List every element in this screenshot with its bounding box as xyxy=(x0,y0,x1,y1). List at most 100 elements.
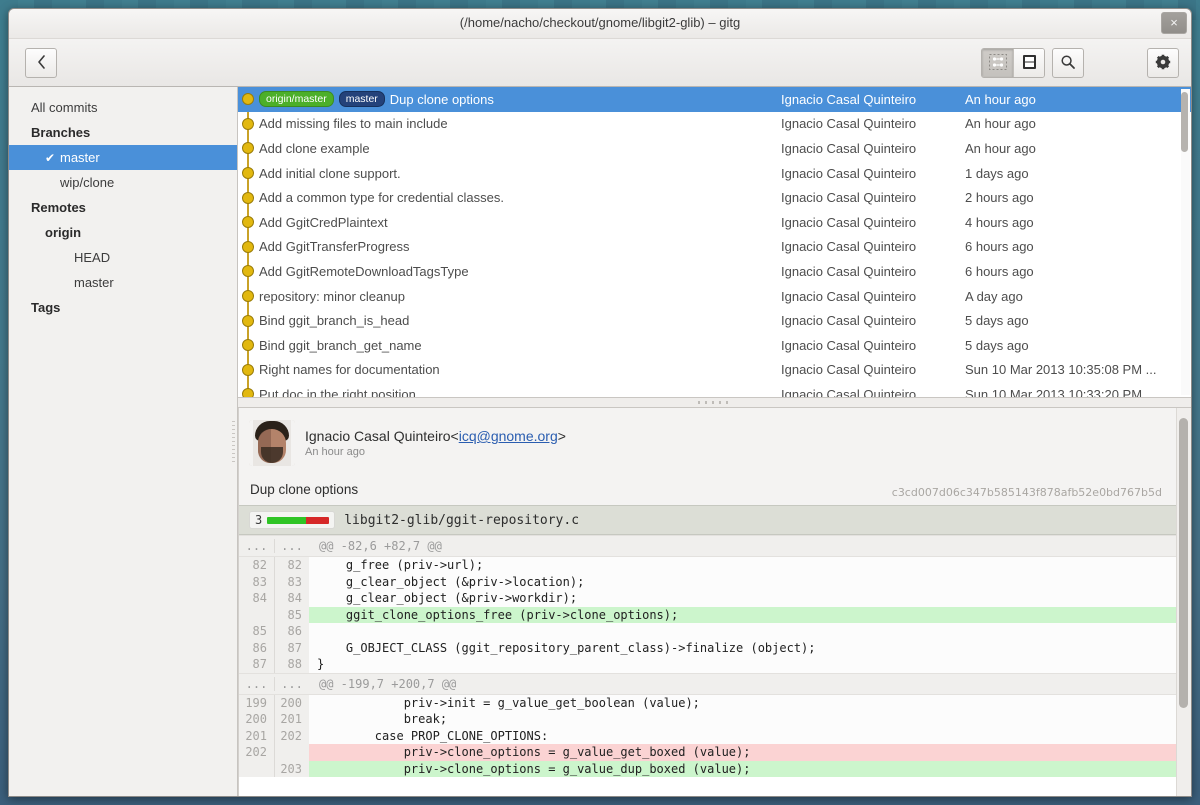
commit-subject-cell: Add missing files to main include xyxy=(238,116,781,131)
gitg-window: (/home/nacho/checkout/gnome/libgit2-glib… xyxy=(8,8,1192,797)
commit-list[interactable]: origin/mastermasterDup clone optionsIgna… xyxy=(238,87,1191,397)
dots-grid-icon xyxy=(989,54,1007,73)
author-name-text: Ignacio Casal Quinteiro xyxy=(305,428,451,444)
commit-row[interactable]: Put doc in the right positionIgnacio Cas… xyxy=(238,382,1191,397)
commit-date-cell: 4 hours ago xyxy=(965,215,1191,230)
commit-row[interactable]: Add GgitRemoteDownloadTagsTypeIgnacio Ca… xyxy=(238,259,1191,284)
horizontal-splitter[interactable] xyxy=(238,397,1191,408)
sidebar-item-all-commits[interactable]: All commits xyxy=(9,95,237,120)
sidebar-item-master[interactable]: ✔master xyxy=(9,145,237,170)
ref-badge-remote[interactable]: origin/master xyxy=(259,91,334,107)
diff-file-header[interactable]: 3 libgit2-glib/ggit-repository.c xyxy=(239,505,1176,535)
view-commits-button[interactable] xyxy=(982,49,1013,77)
commit-date-cell: 5 days ago xyxy=(965,338,1191,353)
search-button[interactable] xyxy=(1052,48,1084,78)
diff-line-number-new: 200 xyxy=(274,695,309,712)
diff-line-number-new: 83 xyxy=(274,574,309,591)
diff-line: 8484 g_clear_object (&priv->workdir); xyxy=(239,590,1176,607)
diff-line: 201202 case PROP_CLONE_OPTIONS: xyxy=(239,728,1176,745)
detail-scrollbar[interactable] xyxy=(1176,408,1191,796)
commit-node-icon xyxy=(242,388,254,397)
commit-row[interactable]: Add initial clone support.Ignacio Casal … xyxy=(238,161,1191,186)
commit-row[interactable]: origin/mastermasterDup clone optionsIgna… xyxy=(238,87,1191,112)
diff-file-path: libgit2-glib/ggit-repository.c xyxy=(344,513,579,528)
sidebar-item-master[interactable]: master xyxy=(9,270,237,295)
settings-button[interactable] xyxy=(1147,48,1179,78)
view-files-button[interactable] xyxy=(1013,49,1044,77)
sidebar-item-label: Tags xyxy=(31,300,60,315)
diff-line: 8788} xyxy=(239,656,1176,673)
diff-line-number-new: 82 xyxy=(274,557,309,574)
commit-list-scrollbar[interactable] xyxy=(1181,89,1190,395)
commit-subject-cell: Add GgitRemoteDownloadTagsType xyxy=(238,264,781,279)
commit-date-cell: Sun 10 Mar 2013 10:33:20 PM ... xyxy=(965,387,1191,397)
sidebar-item-label: master xyxy=(74,275,114,290)
diff-hunk-header[interactable]: ......@@ -82,6 +82,7 @@ xyxy=(239,535,1176,557)
commit-subject-cell: Bind ggit_branch_get_name xyxy=(238,338,781,353)
diff-line-code: g_clear_object (&priv->location); xyxy=(309,574,1176,591)
commit-row[interactable]: Bind ggit_branch_get_nameIgnacio Casal Q… xyxy=(238,333,1191,358)
view-mode-toggle-group xyxy=(981,48,1045,78)
back-button[interactable] xyxy=(25,48,57,78)
commit-subject-text: Add initial clone support. xyxy=(259,166,401,181)
sidebar-resize-grip[interactable] xyxy=(232,421,235,463)
diff-line-code: ggit_clone_options_free (priv->clone_opt… xyxy=(309,607,1176,624)
diff-line-number-old xyxy=(239,761,274,778)
hunk-range-text: @@ -82,6 +82,7 @@ xyxy=(309,539,442,553)
commit-row[interactable]: Add GgitCredPlaintextIgnacio Casal Quint… xyxy=(238,210,1191,235)
commit-subject-cell: Add initial clone support. xyxy=(238,166,781,181)
commit-subject-text: Add missing files to main include xyxy=(259,116,448,131)
detail-scrollbar-thumb[interactable] xyxy=(1179,418,1188,708)
commit-subject-cell: Add a common type for credential classes… xyxy=(238,190,781,205)
sidebar-item-remotes: Remotes xyxy=(9,195,237,220)
commit-author-cell: Ignacio Casal Quinteiro xyxy=(781,289,965,304)
window-title: (/home/nacho/checkout/gnome/libgit2-glib… xyxy=(9,15,1191,30)
commit-author-cell: Ignacio Casal Quinteiro xyxy=(781,141,965,156)
commit-row[interactable]: Bind ggit_branch_is_headIgnacio Casal Qu… xyxy=(238,308,1191,333)
diff-hunk-header[interactable]: ......@@ -199,7 +200,7 @@ xyxy=(239,673,1176,695)
close-icon[interactable]: × xyxy=(1161,12,1187,34)
commit-node-icon xyxy=(242,241,254,253)
commit-row[interactable]: Add missing files to main includeIgnacio… xyxy=(238,112,1191,137)
sidebar-item-head[interactable]: HEAD xyxy=(9,245,237,270)
diff-line-number-new: 86 xyxy=(274,623,309,640)
commit-header: Ignacio Casal Quinteiro<icq@gnome.org> A… xyxy=(239,408,1176,505)
diff-line-number-old: 200 xyxy=(239,711,274,728)
commit-author-cell: Ignacio Casal Quinteiro xyxy=(781,239,965,254)
commit-subject-cell: Add GgitTransferProgress xyxy=(238,239,781,254)
diff-line-number-old: 202 xyxy=(239,744,274,761)
commit-subject-cell: repository: minor cleanup xyxy=(238,289,781,304)
commit-date-cell: An hour ago xyxy=(965,116,1191,131)
commit-node-icon xyxy=(242,315,254,327)
commit-author-cell: Ignacio Casal Quinteiro xyxy=(781,264,965,279)
commit-date-cell: 6 hours ago xyxy=(965,239,1191,254)
commit-subject-text: Right names for documentation xyxy=(259,362,440,377)
commit-list-scrollbar-thumb[interactable] xyxy=(1181,92,1188,152)
sidebar-item-wip-clone[interactable]: wip/clone xyxy=(9,170,237,195)
commit-detail-content: Ignacio Casal Quinteiro<icq@gnome.org> A… xyxy=(239,408,1176,796)
commit-row[interactable]: Right names for documentation Ignacio Cas… xyxy=(238,358,1191,383)
ref-badge-local[interactable]: master xyxy=(339,91,385,107)
commit-node-icon xyxy=(242,290,254,302)
commit-row[interactable]: Add GgitTransferProgressIgnacio Casal Qu… xyxy=(238,235,1191,260)
commit-author-cell: Ignacio Casal Quinteiro xyxy=(781,362,965,377)
commit-row[interactable]: repository: minor cleanupIgnacio Casal Q… xyxy=(238,284,1191,309)
commit-subject-text: Add clone example xyxy=(259,141,370,156)
commit-author-cell: Ignacio Casal Quinteiro xyxy=(781,190,965,205)
commit-subject-text: Add GgitCredPlaintext xyxy=(259,215,388,230)
diff-line-number-old: 86 xyxy=(239,640,274,657)
diff-stat-deleted xyxy=(306,517,330,524)
author-meta: Ignacio Casal Quinteiro<icq@gnome.org> A… xyxy=(305,420,566,458)
hunk-gutter-old: ... xyxy=(239,539,274,553)
commit-date-cell: An hour ago xyxy=(965,92,1191,107)
diff-line-number-old: 199 xyxy=(239,695,274,712)
diff-line: 85 ggit_clone_options_free (priv->clone_… xyxy=(239,607,1176,624)
commit-row[interactable]: Add a common type for credential classes… xyxy=(238,185,1191,210)
diff-view: ......@@ -82,6 +82,7 @@8282 g_free (priv… xyxy=(239,535,1176,777)
commit-subject-cell: Bind ggit_branch_is_head xyxy=(238,313,781,328)
commit-row[interactable]: Add clone example Ignacio Casal Quinteiro… xyxy=(238,136,1191,161)
author-email-link[interactable]: icq@gnome.org xyxy=(459,428,558,444)
diff-stat-count: 3 xyxy=(255,513,262,527)
diff-line-code xyxy=(309,623,1176,640)
diff-line: 203 priv->clone_options = g_value_dup_bo… xyxy=(239,761,1176,778)
